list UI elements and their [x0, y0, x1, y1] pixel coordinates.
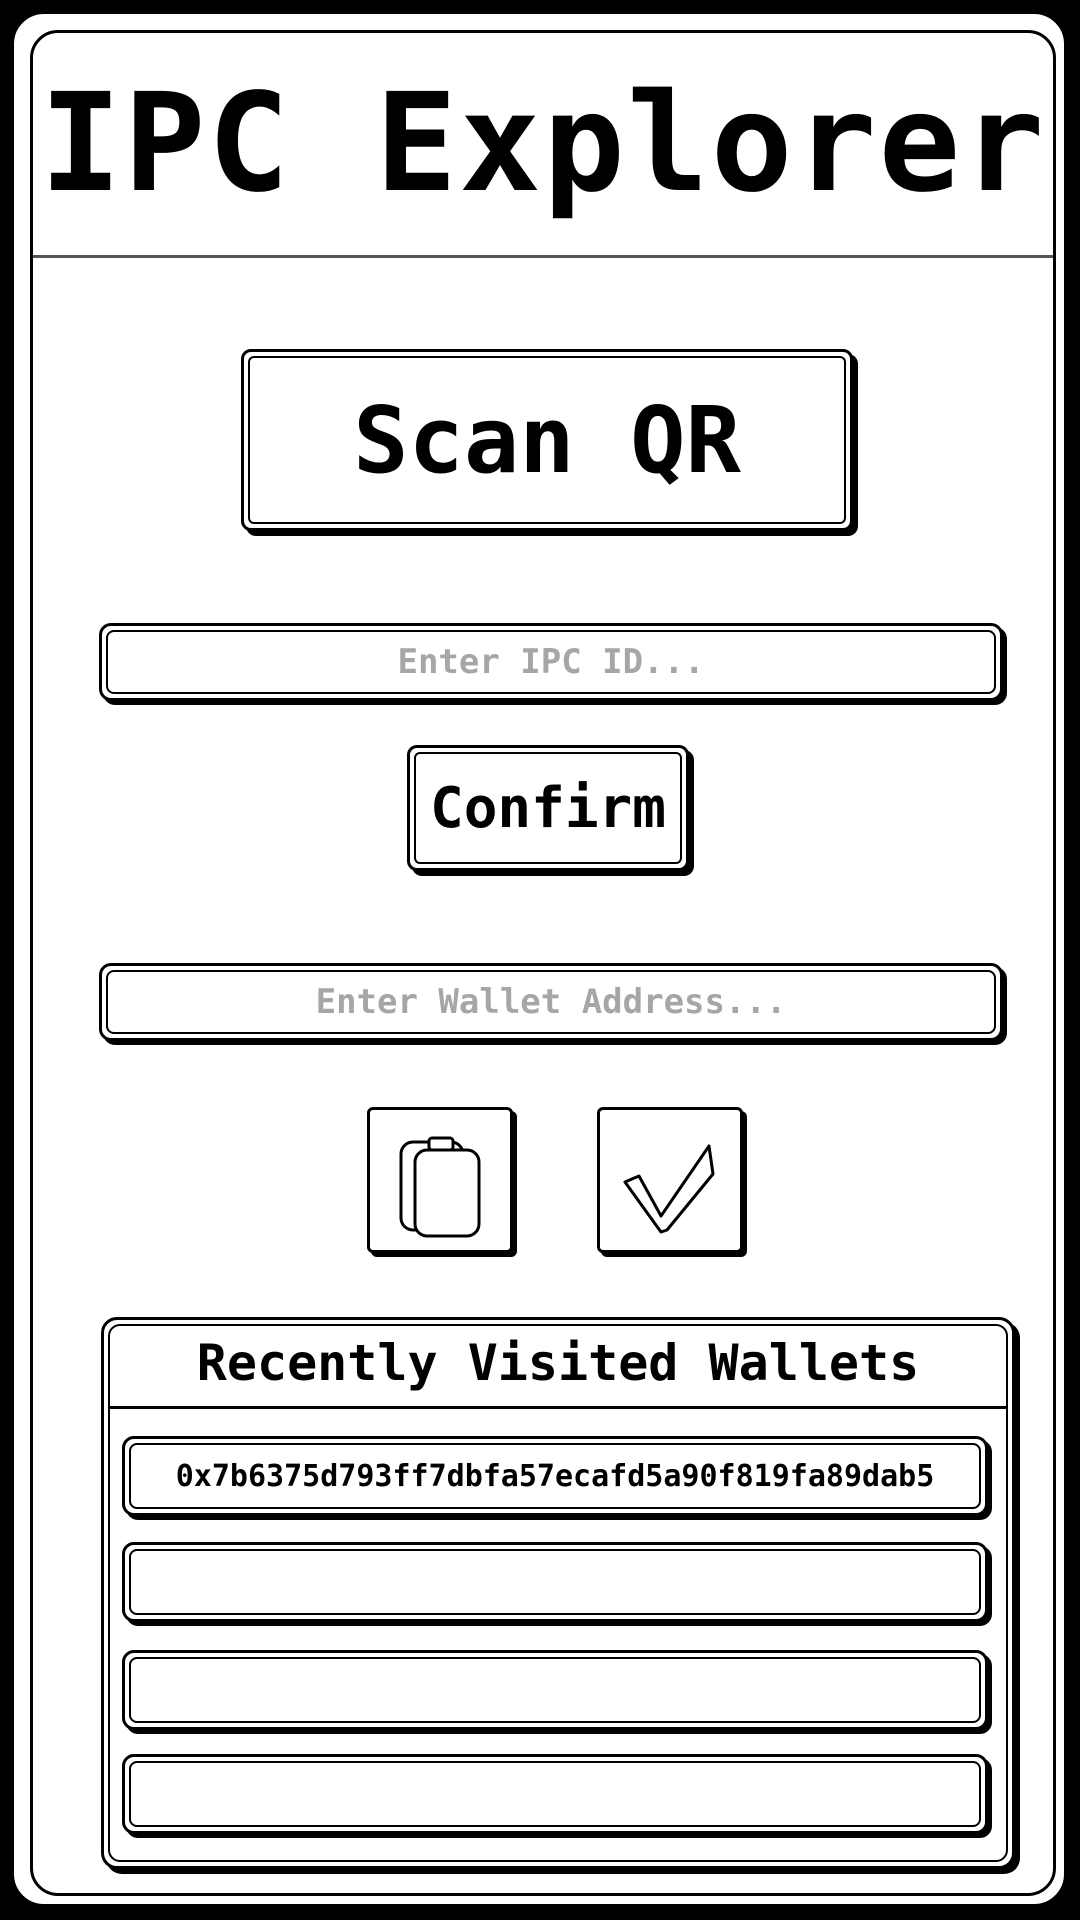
ipc-id-input[interactable] — [102, 641, 1000, 683]
recent-wallet-item[interactable] — [122, 1650, 988, 1730]
title-divider — [33, 255, 1053, 258]
clipboard-icon — [399, 1136, 481, 1238]
recent-wallets-panel: Recently Visited Wallets 0x7b6375d793ff7… — [101, 1317, 1015, 1869]
recent-wallets-divider — [110, 1406, 1006, 1409]
submit-wallet-button[interactable] — [597, 1107, 743, 1253]
app-frame: IPC Explorer Scan QR Confirm — [10, 10, 1068, 1908]
app-title: IPC Explorer — [39, 65, 1047, 223]
confirm-button[interactable]: Confirm — [407, 745, 689, 871]
recent-wallet-item[interactable] — [122, 1542, 988, 1622]
recent-wallet-item[interactable] — [122, 1754, 988, 1834]
paste-button[interactable] — [367, 1107, 513, 1253]
recent-wallets-title: Recently Visited Wallets — [196, 1334, 920, 1392]
wallet-address-input[interactable] — [102, 981, 1000, 1023]
ipc-id-field[interactable] — [99, 623, 1003, 701]
checkmark-icon — [623, 1144, 715, 1234]
app-panel: IPC Explorer Scan QR Confirm — [30, 30, 1056, 1896]
recent-wallet-item[interactable]: 0x7b6375d793ff7dbfa57ecafd5a90f819fa89da… — [122, 1436, 988, 1516]
wallet-address-field[interactable] — [99, 963, 1003, 1041]
app-background: IPC Explorer Scan QR Confirm — [0, 0, 1080, 1920]
scan-qr-button[interactable]: Scan QR — [241, 349, 853, 531]
